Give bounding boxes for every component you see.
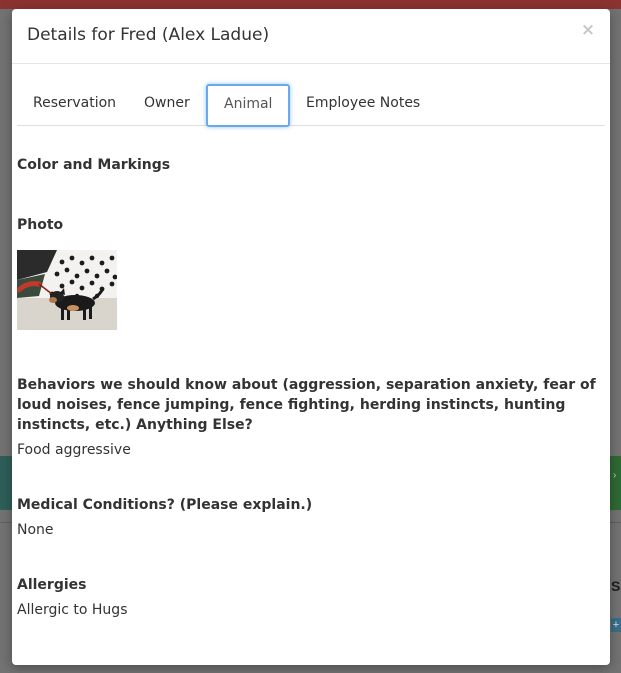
medical-conditions-label: Medical Conditions? (Please explain.) [17,497,313,513]
background-plus-icon: + [611,618,621,632]
allergies-value: Allergic to Hugs [17,602,128,618]
background-header-bar [0,0,621,9]
tab-reservation[interactable]: Reservation [17,81,132,125]
modal-header: Details for Fred (Alex Ladue) × [12,9,610,64]
dog-photo[interactable] [17,250,117,330]
behaviors-value: Food aggressive [17,442,131,458]
allergies-label: Allergies [17,577,87,593]
modal-title: Details for Fred (Alex Ladue) [27,25,270,45]
color-markings-label: Color and Markings [17,157,171,173]
background-divider [0,522,12,523]
photo-label: Photo [17,217,64,233]
behaviors-label: Behaviors we should know about (aggressi… [17,377,596,433]
tab-animal[interactable]: Animal [206,84,291,127]
background-teal-block [0,456,12,510]
close-button[interactable]: × [580,20,596,40]
background-check-icon: › [613,470,617,481]
background-divider [610,522,621,523]
background-green-button [610,456,621,510]
medical-conditions-value: None [17,522,54,538]
tab-employee-notes[interactable]: Employee Notes [290,81,436,125]
background-partial-text: Se [611,578,621,594]
tab-owner[interactable]: Owner [128,81,206,125]
tab-bar: Reservation Owner Animal Employee Notes [17,81,605,127]
details-modal: Details for Fred (Alex Ladue) × Reservat… [12,9,610,665]
